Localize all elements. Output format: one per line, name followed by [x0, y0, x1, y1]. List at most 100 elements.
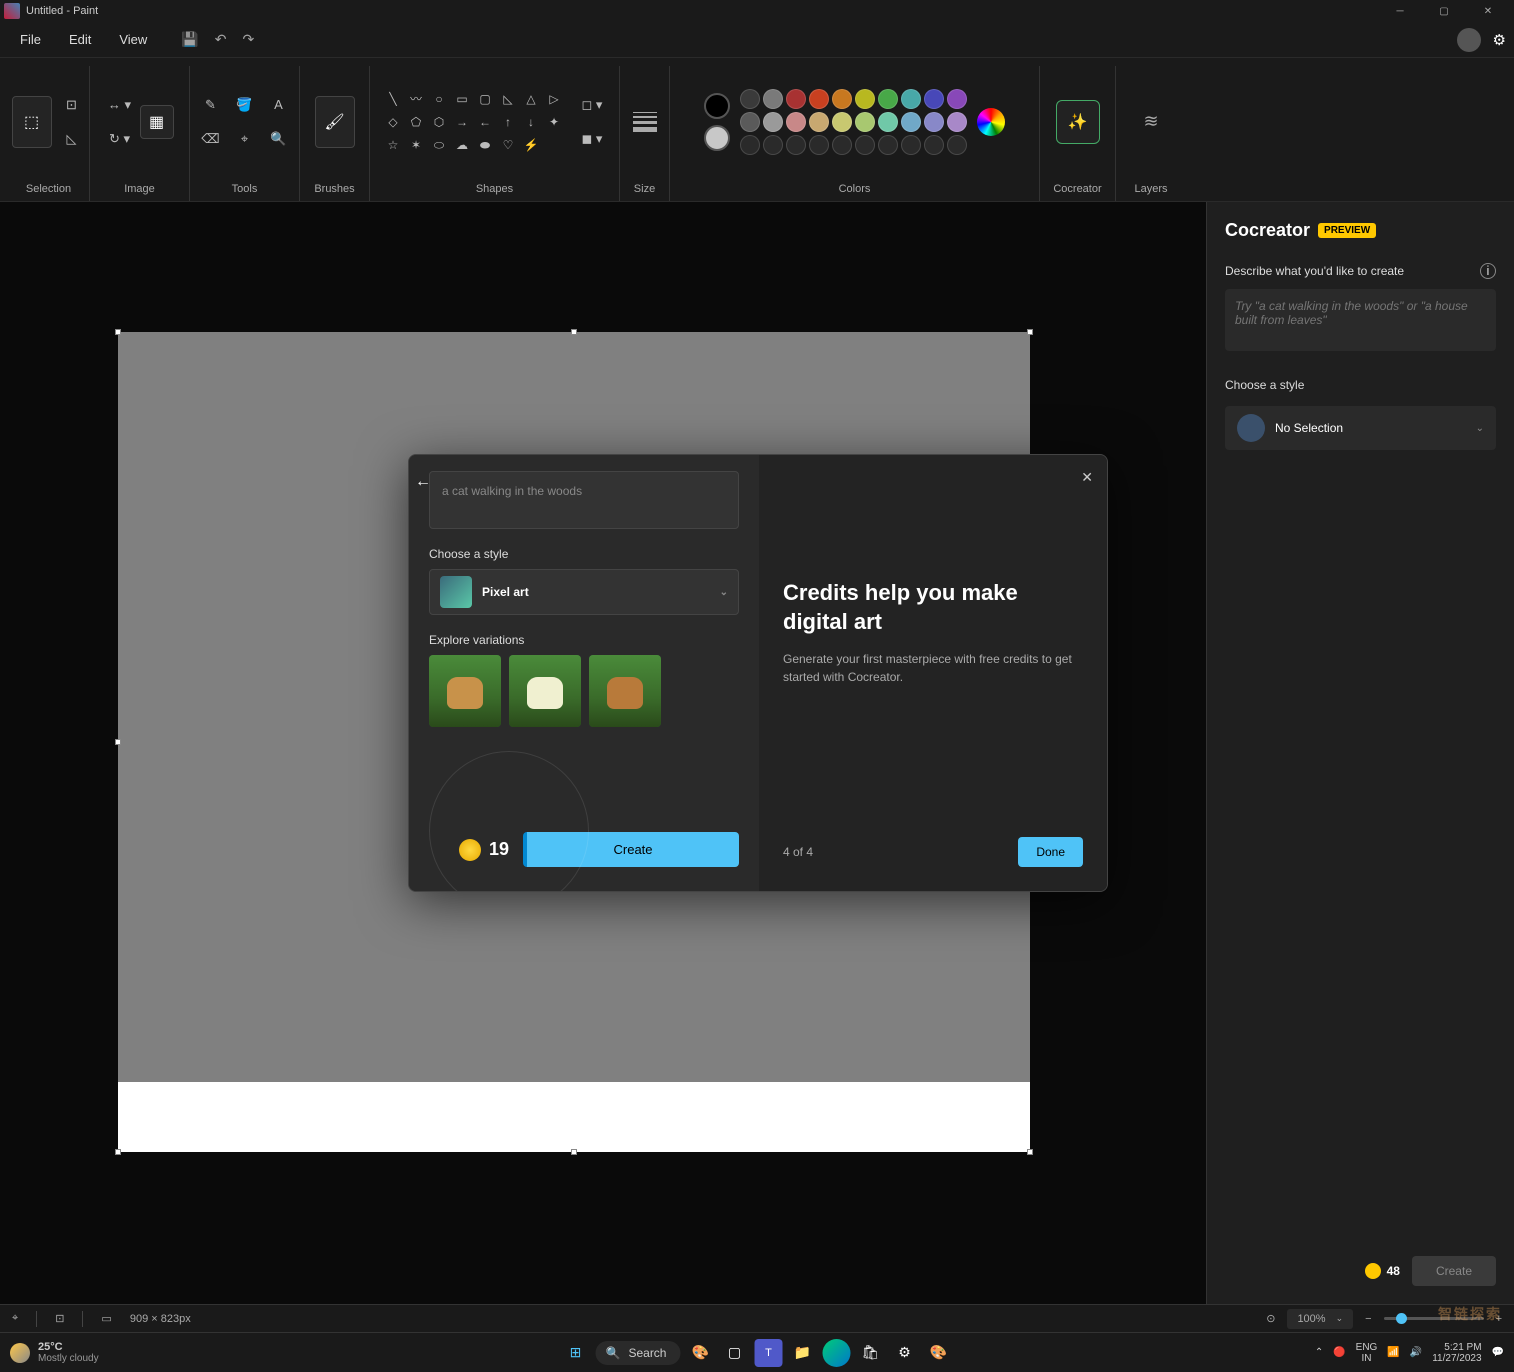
brushes-button[interactable]: 🖌	[315, 96, 355, 148]
color-swatch[interactable]	[901, 89, 921, 109]
create-button-side[interactable]: Create	[1412, 1256, 1496, 1286]
notifications-icon[interactable]: 💬	[1492, 1347, 1504, 1358]
magnify-icon[interactable]: 🔍	[265, 125, 293, 153]
menu-view[interactable]: View	[107, 28, 159, 51]
variation-2[interactable]	[509, 655, 581, 727]
redo-icon[interactable]: ↷	[242, 31, 254, 48]
fit-screen-icon[interactable]: ⊙	[1266, 1312, 1275, 1325]
edge-icon[interactable]	[822, 1339, 850, 1367]
color-swatch[interactable]	[763, 135, 783, 155]
modal-create-button[interactable]: Create	[523, 832, 739, 867]
color-swatch[interactable]	[832, 135, 852, 155]
color-swatch[interactable]	[947, 89, 967, 109]
explorer-icon[interactable]: 📁	[788, 1339, 816, 1367]
style-select[interactable]: No Selection ⌄	[1225, 406, 1496, 450]
color-swatch[interactable]	[878, 135, 898, 155]
color-swatch[interactable]	[855, 112, 875, 132]
variation-3[interactable]	[589, 655, 661, 727]
color-swatch[interactable]	[809, 135, 829, 155]
taskbar-search[interactable]: 🔍 Search	[596, 1341, 681, 1365]
color-swatch[interactable]	[786, 112, 806, 132]
volume-icon[interactable]: 🔊	[1410, 1347, 1422, 1358]
eraser-icon[interactable]: ⌫	[197, 125, 225, 153]
color-swatch[interactable]	[763, 89, 783, 109]
resize-icon[interactable]: ↔ ▾	[106, 91, 134, 119]
variation-1[interactable]	[429, 655, 501, 727]
color-palette[interactable]	[740, 89, 967, 155]
minimize-button[interactable]: ─	[1378, 0, 1422, 22]
color-swatch[interactable]	[809, 89, 829, 109]
paint-taskbar-icon[interactable]: 🎨	[924, 1339, 952, 1367]
copilot-icon[interactable]: 🎨	[686, 1339, 714, 1367]
fill-shape-icon[interactable]: ◼ ▾	[578, 125, 606, 153]
color-swatch[interactable]	[947, 112, 967, 132]
modal-style-select[interactable]: Pixel art ⌄	[429, 569, 739, 615]
color-swatch[interactable]	[809, 112, 829, 132]
color-swatch[interactable]	[832, 112, 852, 132]
teams-icon[interactable]: T	[754, 1339, 782, 1367]
wifi-icon[interactable]: 📶	[1387, 1347, 1399, 1358]
color-swatch[interactable]	[786, 135, 806, 155]
color-swatch[interactable]	[924, 89, 944, 109]
zoom-select[interactable]: 100%⌄	[1287, 1309, 1353, 1329]
tray-chevron-icon[interactable]: ⌃	[1315, 1347, 1323, 1358]
user-avatar[interactable]	[1457, 28, 1481, 52]
cocreator-button[interactable]: ✨	[1056, 100, 1100, 144]
tray-status-icon[interactable]: 🔴	[1333, 1347, 1345, 1358]
rotate-icon[interactable]: ↻ ▾	[106, 125, 134, 153]
back-icon[interactable]: ←	[415, 473, 431, 491]
clock-time[interactable]: 5:21 PM	[1432, 1342, 1481, 1353]
modal-right-title: Credits help you make digital art	[783, 579, 1083, 636]
color-swatch[interactable]	[740, 135, 760, 155]
save-icon[interactable]: 💾	[181, 31, 198, 48]
color-swatch[interactable]	[878, 89, 898, 109]
color-swatch[interactable]	[924, 135, 944, 155]
close-icon[interactable]: ✕	[1081, 469, 1093, 486]
color-2[interactable]	[704, 125, 730, 151]
picker-icon[interactable]: ⌖	[231, 125, 259, 153]
color-swatch[interactable]	[855, 89, 875, 109]
color-swatch[interactable]	[763, 112, 783, 132]
done-button[interactable]: Done	[1018, 837, 1083, 867]
layers-button[interactable]: ≋	[1129, 100, 1173, 144]
size-button[interactable]	[633, 112, 657, 132]
crop-icon[interactable]: ⊡	[58, 91, 86, 119]
color-swatch[interactable]	[855, 135, 875, 155]
edit-colors-icon[interactable]	[977, 108, 1005, 136]
undo-icon[interactable]: ↶	[215, 31, 227, 48]
close-button[interactable]: ✕	[1466, 0, 1510, 22]
menu-edit[interactable]: Edit	[57, 28, 103, 51]
fill-icon[interactable]: 🪣	[231, 91, 259, 119]
text-icon[interactable]: A	[265, 91, 293, 119]
info-icon[interactable]: i	[1480, 263, 1496, 279]
color-swatch[interactable]	[878, 112, 898, 132]
settings-icon[interactable]: ⚙	[1493, 31, 1506, 49]
color-swatch[interactable]	[786, 89, 806, 109]
color-swatch[interactable]	[947, 135, 967, 155]
lasso-icon[interactable]: ◺	[58, 125, 86, 153]
color-swatch[interactable]	[832, 89, 852, 109]
store-icon[interactable]: 🛍	[856, 1339, 884, 1367]
color-swatch[interactable]	[924, 112, 944, 132]
start-icon[interactable]: ⊞	[562, 1339, 590, 1367]
group-colors-label: Colors	[839, 177, 871, 201]
color-swatch[interactable]	[901, 135, 921, 155]
color-swatch[interactable]	[740, 112, 760, 132]
settings-taskbar-icon[interactable]: ⚙	[890, 1339, 918, 1367]
pencil-icon[interactable]: ✎	[197, 91, 225, 119]
weather-widget[interactable]: 25°C Mostly cloudy	[10, 1341, 99, 1364]
color-1[interactable]	[704, 93, 730, 119]
zoom-out-icon[interactable]: −	[1365, 1313, 1371, 1325]
modal-prompt-input[interactable]: a cat walking in the woods	[429, 471, 739, 529]
menu-file[interactable]: File	[8, 28, 53, 51]
selection-tool[interactable]: ⬚	[12, 96, 52, 148]
color-swatch[interactable]	[740, 89, 760, 109]
shapes-grid[interactable]: ╲〰○▭▢◺△▷ ◇⬠⬡→←↑↓✦ ☆✶⬭☁⬬♡⚡	[383, 89, 564, 155]
color-swatch[interactable]	[901, 112, 921, 132]
remove-bg-icon[interactable]: ▦	[140, 105, 174, 139]
outline-icon[interactable]: ◻ ▾	[578, 91, 606, 119]
language-indicator[interactable]: ENG	[1356, 1342, 1378, 1353]
taskview-icon[interactable]: ▢	[720, 1339, 748, 1367]
prompt-input[interactable]	[1225, 289, 1496, 351]
maximize-button[interactable]: ▢	[1422, 0, 1466, 22]
